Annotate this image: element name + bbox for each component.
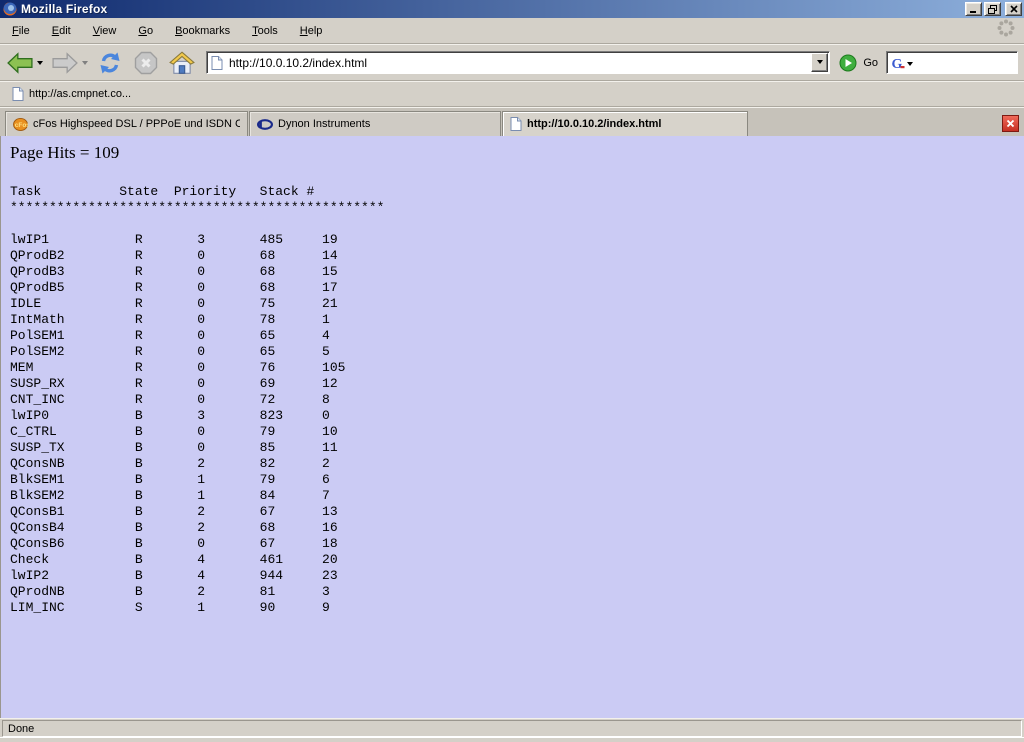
tab-2[interactable]: Dynon Instruments [249,111,501,136]
menu-go[interactable]: Go [130,22,161,40]
menu-edit[interactable]: Edit [44,22,79,40]
bookmarks-toolbar: http://as.cmpnet.co... [0,81,1024,107]
task-table: Task State Priority Stack # ************… [10,184,1024,616]
menu-bookmarks[interactable]: Bookmarks [167,22,238,40]
home-button[interactable] [168,50,196,76]
menu-view[interactable]: View [85,22,125,40]
bookmark-item[interactable]: http://as.cmpnet.co... [6,85,137,103]
page-icon [211,56,223,70]
tab-1[interactable]: cFos cFos Highspeed DSL / PPPoE und ISDN … [5,111,248,136]
titlebar[interactable]: Mozilla Firefox [0,0,1024,18]
throbber-icon [996,18,1016,43]
page-content: Page Hits = 109 Task State Priority Stac… [0,136,1024,718]
minimize-button[interactable] [965,2,982,16]
tab-label: cFos Highspeed DSL / PPPoE und ISDN CAP.… [33,118,240,130]
bookmark-label: http://as.cmpnet.co... [29,88,131,100]
page-icon [510,117,522,131]
back-icon [7,52,33,74]
stop-icon [133,51,159,75]
firefox-logo-icon [3,2,17,16]
forward-button[interactable] [51,51,79,75]
go-label[interactable]: Go [863,57,878,69]
reload-icon [97,51,123,75]
page-icon [12,87,24,101]
back-dropdown-icon[interactable] [37,61,43,68]
close-icon [1006,119,1015,128]
tab-3[interactable]: http://10.0.10.2/index.html [502,111,748,136]
tab-label: Dynon Instruments [278,118,370,130]
close-icon [1010,5,1018,13]
go-icon [839,54,857,72]
menu-help[interactable]: Help [292,22,331,40]
minimize-icon [970,5,978,13]
go-button[interactable] [838,53,858,73]
chevron-down-icon [817,60,823,67]
search-engine-dropdown-icon[interactable] [907,62,913,69]
cfos-icon: cFos [13,118,28,131]
search-box[interactable]: G [886,51,1018,74]
menu-file[interactable]: File [4,22,38,40]
tab-label: http://10.0.10.2/index.html [527,118,661,130]
close-button[interactable] [1005,2,1022,16]
back-button[interactable] [6,51,34,75]
status-bar: Done [0,718,1024,737]
svg-text:cFos: cFos [15,122,28,129]
restore-button[interactable] [984,2,1001,16]
svg-text:G: G [892,57,903,71]
firefox-window: Mozilla Firefox File Edit View Go Bookmarks T… [0,0,1024,742]
url-dropdown-button[interactable] [811,53,828,72]
search-input[interactable] [915,56,1015,70]
page-hits-text: Page Hits = 109 [10,143,1024,163]
window-bottom-border [0,737,1024,742]
forward-icon [52,52,78,74]
menubar: File Edit View Go Bookmarks Tools Help [0,18,1024,44]
stop-button[interactable] [132,50,160,76]
navigation-toolbar: Go G [0,44,1024,81]
home-icon [169,51,195,75]
forward-dropdown-icon[interactable] [82,61,88,68]
google-icon[interactable]: G [890,55,906,71]
close-tab-button[interactable] [1002,115,1019,132]
window-title: Mozilla Firefox [21,2,107,16]
restore-icon [988,5,997,14]
status-text: Done [2,720,1022,737]
reload-button[interactable] [96,50,124,76]
menu-tools[interactable]: Tools [244,22,286,40]
tab-bar: cFos cFos Highspeed DSL / PPPoE und ISDN … [0,107,1024,136]
url-input[interactable] [229,56,811,70]
dynon-icon [257,119,273,130]
url-bar[interactable] [206,51,830,74]
